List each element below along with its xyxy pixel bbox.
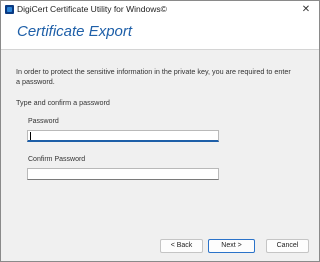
next-button[interactable]: Next > xyxy=(208,239,255,253)
text-caret xyxy=(30,132,31,140)
dialog-header: Certificate Export xyxy=(1,19,319,49)
back-button[interactable]: < Back xyxy=(160,239,203,253)
page-title: Certificate Export xyxy=(17,23,133,40)
app-icon xyxy=(5,5,14,14)
password-field[interactable] xyxy=(27,130,219,142)
instruction-text: Type and confirm a password xyxy=(16,98,110,107)
password-label: Password xyxy=(28,118,59,125)
close-icon[interactable]: ✕ xyxy=(299,3,313,17)
confirm-password-field[interactable] xyxy=(27,168,219,180)
title-bar[interactable]: DigiCert Certificate Utility for Windows… xyxy=(1,1,319,19)
cancel-button[interactable]: Cancel xyxy=(266,239,309,253)
intro-text: In order to protect the sensitive inform… xyxy=(16,67,291,86)
confirm-password-label: Confirm Password xyxy=(28,156,86,163)
export-dialog-window: DigiCert Certificate Utility for Windows… xyxy=(0,0,320,262)
window-title: DigiCert Certificate Utility for Windows… xyxy=(17,4,167,14)
header-divider xyxy=(1,49,319,50)
